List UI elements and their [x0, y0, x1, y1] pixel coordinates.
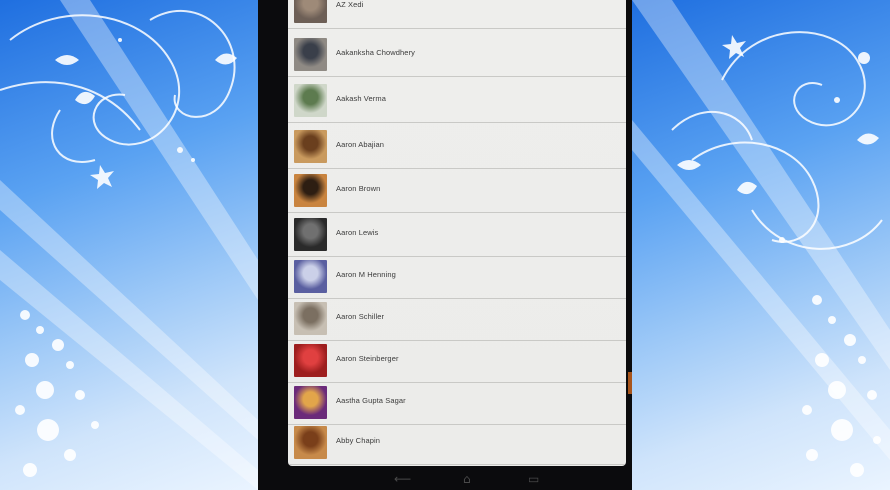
contact-avatar [294, 344, 327, 377]
contact-avatar [294, 426, 327, 459]
contacts-list-screen: AZ Xedi Aakanksha Chowdhery Aakash Verma Aa… [288, 0, 626, 466]
recent-apps-button[interactable]: ▭ [528, 472, 539, 486]
contact-name: Aakanksha Chowdhery [336, 48, 416, 57]
contact-name: AZ Xedi [336, 0, 364, 9]
decorative-background-left [0, 0, 258, 490]
contact-name: Aaron Abajian [336, 140, 385, 149]
contact-avatar [294, 84, 327, 117]
home-button[interactable]: ⌂ [463, 472, 471, 486]
system-navigation-bar: ⟵ ⌂ ▭ [288, 466, 626, 490]
contact-avatar [294, 302, 327, 335]
contact-avatar [294, 130, 327, 163]
contact-row[interactable]: Aakash Verma [288, 78, 626, 123]
contact-name: Abby Chapin [336, 436, 381, 445]
contact-avatar [294, 218, 327, 251]
contact-row[interactable]: Aaron Brown [288, 168, 626, 213]
contact-avatar [294, 386, 327, 419]
decorative-background-right [632, 0, 890, 490]
swirl-ornament-left [0, 0, 258, 490]
contact-name: Aaron M Henning [336, 270, 396, 279]
contact-row[interactable]: Aaron M Henning [288, 254, 626, 299]
contact-row[interactable]: Abby Chapin [288, 420, 626, 465]
back-button[interactable]: ⟵ [394, 472, 411, 486]
contact-avatar [294, 260, 327, 293]
contact-name: Aaron Brown [336, 184, 381, 193]
contact-row[interactable]: Aaron Steinberger [288, 338, 626, 383]
contact-name: Aaron Lewis [336, 228, 379, 237]
contact-avatar [294, 38, 327, 71]
swirl-ornament-right [632, 0, 890, 477]
contact-name: Aakash Verma [336, 94, 386, 103]
contact-name: Aaron Schiller [336, 312, 385, 321]
contact-row[interactable]: Aakanksha Chowdhery [288, 32, 626, 77]
contact-row[interactable]: Aastha Gupta Sagar [288, 380, 626, 425]
tablet-device: AZ Xedi Aakanksha Chowdhery Aakash Verma Aa… [258, 0, 632, 490]
contact-row[interactable]: Aaron Abajian [288, 124, 626, 169]
device-edge-highlight [628, 372, 632, 394]
contact-row[interactable]: Aaron Lewis [288, 212, 626, 257]
contact-row[interactable]: Aaron Schiller [288, 296, 626, 341]
contact-avatar [294, 0, 327, 23]
contact-name: Aaron Steinberger [336, 354, 399, 363]
contact-row[interactable]: AZ Xedi [288, 0, 626, 29]
contact-avatar [294, 174, 327, 207]
contact-name: Aastha Gupta Sagar [336, 396, 406, 405]
